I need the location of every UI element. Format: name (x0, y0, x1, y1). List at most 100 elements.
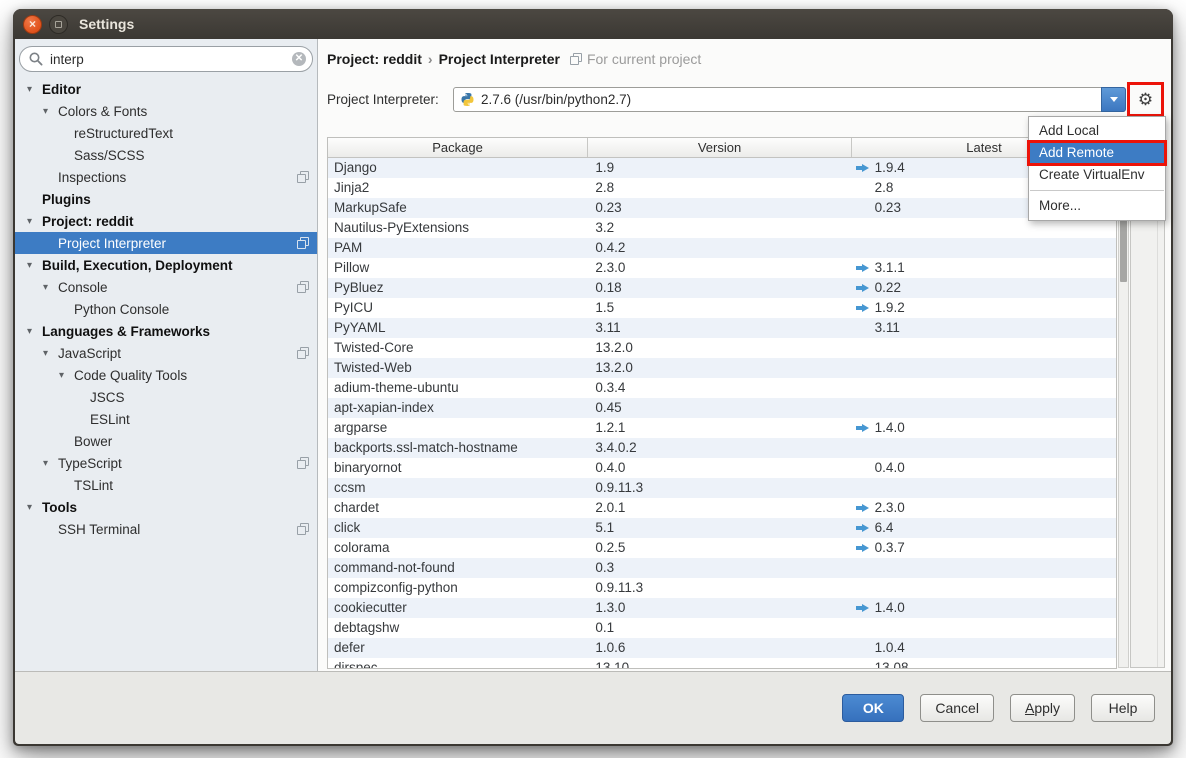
table-row-pam[interactable]: PAM0.4.2 (328, 238, 1116, 258)
table-row-django[interactable]: Django1.91.9.4 (328, 158, 1116, 178)
menu-item-create-virtualenv[interactable]: Create VirtualEnv (1029, 164, 1165, 186)
expand-arrow-icon[interactable]: ▾ (43, 106, 58, 117)
expand-arrow-icon[interactable]: ▾ (27, 216, 42, 227)
help-button[interactable]: Help (1091, 694, 1155, 722)
latest-cell: 0.3.7 (851, 538, 1116, 558)
sidebar-item-project-interpreter[interactable]: Project Interpreter (15, 232, 317, 254)
sidebar-item-javascript[interactable]: ▾JavaScript (15, 342, 317, 364)
column-header-package[interactable]: Package (328, 138, 588, 157)
sidebar-item-label: Build, Execution, Deployment (42, 258, 233, 273)
sidebar-item-inspections[interactable]: Inspections (15, 166, 317, 188)
clear-search-icon[interactable]: ✕ (292, 52, 306, 66)
expand-arrow-icon[interactable]: ▾ (59, 370, 74, 381)
restore-button[interactable] (49, 15, 68, 34)
table-row-dirspec[interactable]: dirspec13.1013.08 (328, 658, 1116, 668)
version-cell: 0.23 (587, 198, 850, 218)
menu-item-more[interactable]: More... (1029, 195, 1165, 217)
cancel-button[interactable]: Cancel (920, 694, 994, 722)
expand-arrow-icon[interactable]: ▾ (43, 282, 58, 293)
sidebar-item-tslint[interactable]: TSLint (15, 474, 317, 496)
column-header-version[interactable]: Version (588, 138, 852, 157)
table-row-pyyaml[interactable]: PyYAML3.113.11 (328, 318, 1116, 338)
sidebar-item-console[interactable]: ▾Console (15, 276, 317, 298)
latest-cell: 1.0.4 (851, 638, 1116, 658)
package-cell: apt-xapian-index (328, 398, 587, 418)
sidebar-item-build-execution-deployment[interactable]: ▾Build, Execution, Deployment (15, 254, 317, 276)
scrollbar-thumb[interactable] (1120, 215, 1127, 282)
sidebar-item-python-console[interactable]: Python Console (15, 298, 317, 320)
sidebar-item-eslint[interactable]: ESLint (15, 408, 317, 430)
table-row-markupsafe[interactable]: MarkupSafe0.230.23 (328, 198, 1116, 218)
sidebar-item-code-quality-tools[interactable]: ▾Code Quality Tools (15, 364, 317, 386)
table-row-apt-xapian-index[interactable]: apt-xapian-index0.45 (328, 398, 1116, 418)
combobox-dropdown-button[interactable] (1101, 87, 1126, 112)
sidebar-item-editor[interactable]: ▾Editor (15, 78, 317, 100)
table-row-compizconfig-python[interactable]: compizconfig-python0.9.11.3 (328, 578, 1116, 598)
sidebar-item-label: TSLint (74, 478, 113, 493)
sidebar-item-typescript[interactable]: ▾TypeScript (15, 452, 317, 474)
expand-arrow-icon[interactable]: ▾ (43, 348, 58, 359)
settings-content: Project: reddit › Project Interpreter Fo… (318, 39, 1171, 671)
table-row-cookiecutter[interactable]: cookiecutter1.3.01.4.0 (328, 598, 1116, 618)
package-cell: PyYAML (328, 318, 587, 338)
table-row-twisted-core[interactable]: Twisted-Core13.2.0 (328, 338, 1116, 358)
expand-arrow-icon[interactable]: ▾ (43, 458, 58, 469)
apply-button[interactable]: Apply (1010, 694, 1075, 722)
sidebar-item-jscs[interactable]: JSCS (15, 386, 317, 408)
search-input[interactable] (19, 46, 313, 72)
gear-button[interactable]: ⚙ (1132, 87, 1159, 112)
sidebar-item-languages-frameworks[interactable]: ▾Languages & Frameworks (15, 320, 317, 342)
version-cell: 3.2 (587, 218, 850, 238)
expand-arrow-icon[interactable]: ▾ (27, 84, 42, 95)
sidebar-item-restructuredtext[interactable]: reStructuredText (15, 122, 317, 144)
table-row-command-not-found[interactable]: command-not-found0.3 (328, 558, 1116, 578)
ok-button[interactable]: OK (842, 694, 904, 722)
table-row-pybluez[interactable]: PyBluez0.180.22 (328, 278, 1116, 298)
table-row-jinja2[interactable]: Jinja22.82.8 (328, 178, 1116, 198)
sidebar-item-sass-scss[interactable]: Sass/SCSS (15, 144, 317, 166)
breadcrumb-project[interactable]: Project: reddit (327, 51, 422, 67)
table-row-click[interactable]: click5.16.4 (328, 518, 1116, 538)
table-row-defer[interactable]: defer1.0.61.0.4 (328, 638, 1116, 658)
version-cell: 0.45 (587, 398, 850, 418)
table-row-nautilus-pyextensions[interactable]: Nautilus-PyExtensions3.2 (328, 218, 1116, 238)
table-row-debtagshw[interactable]: debtagshw0.1 (328, 618, 1116, 638)
title-bar[interactable]: × Settings (13, 9, 1173, 39)
menu-item-add-local[interactable]: Add Local (1029, 120, 1165, 142)
close-button[interactable]: × (23, 15, 42, 34)
sidebar-item-label: Editor (42, 82, 81, 97)
table-row-backports-ssl-match-hostname[interactable]: backports.ssl-match-hostname3.4.0.2 (328, 438, 1116, 458)
table-row-ccsm[interactable]: ccsm0.9.11.3 (328, 478, 1116, 498)
menu-item-add-remote[interactable]: Add Remote (1029, 142, 1165, 164)
package-cell: Django (328, 158, 587, 178)
sidebar-item-plugins[interactable]: Plugins (15, 188, 317, 210)
breadcrumb-page[interactable]: Project Interpreter (439, 51, 560, 67)
package-cell: debtagshw (328, 618, 587, 638)
menu-divider (1030, 190, 1164, 191)
sidebar-item-label: ESLint (90, 412, 130, 427)
table-row-adium-theme-ubuntu[interactable]: adium-theme-ubuntu0.3.4 (328, 378, 1116, 398)
expand-arrow-icon[interactable]: ▾ (27, 326, 42, 337)
table-row-argparse[interactable]: argparse1.2.11.4.0 (328, 418, 1116, 438)
sidebar-item-project-reddit[interactable]: ▾Project: reddit (15, 210, 317, 232)
interpreter-combobox[interactable]: 2.7.6 (/usr/bin/python2.7) (453, 87, 1126, 112)
table-row-binaryornot[interactable]: binaryornot0.4.00.4.0 (328, 458, 1116, 478)
expand-arrow-icon[interactable]: ▾ (27, 502, 42, 513)
version-cell: 2.8 (587, 178, 850, 198)
version-cell: 5.1 (587, 518, 850, 538)
expand-arrow-icon[interactable]: ▾ (27, 260, 42, 271)
package-cell: command-not-found (328, 558, 587, 578)
sidebar-item-label: Console (58, 280, 108, 295)
sidebar-item-bower[interactable]: Bower (15, 430, 317, 452)
table-row-pillow[interactable]: Pillow2.3.03.1.1 (328, 258, 1116, 278)
table-row-twisted-web[interactable]: Twisted-Web13.2.0 (328, 358, 1116, 378)
package-cell: colorama (328, 538, 587, 558)
sidebar-item-tools[interactable]: ▾Tools (15, 496, 317, 518)
package-cell: Twisted-Core (328, 338, 587, 358)
sidebar-item-colors-fonts[interactable]: ▾Colors & Fonts (15, 100, 317, 122)
latest-cell (851, 398, 1116, 418)
table-row-pyicu[interactable]: PyICU1.51.9.2 (328, 298, 1116, 318)
table-row-colorama[interactable]: colorama0.2.50.3.7 (328, 538, 1116, 558)
table-row-chardet[interactable]: chardet2.0.12.3.0 (328, 498, 1116, 518)
sidebar-item-ssh-terminal[interactable]: SSH Terminal (15, 518, 317, 540)
